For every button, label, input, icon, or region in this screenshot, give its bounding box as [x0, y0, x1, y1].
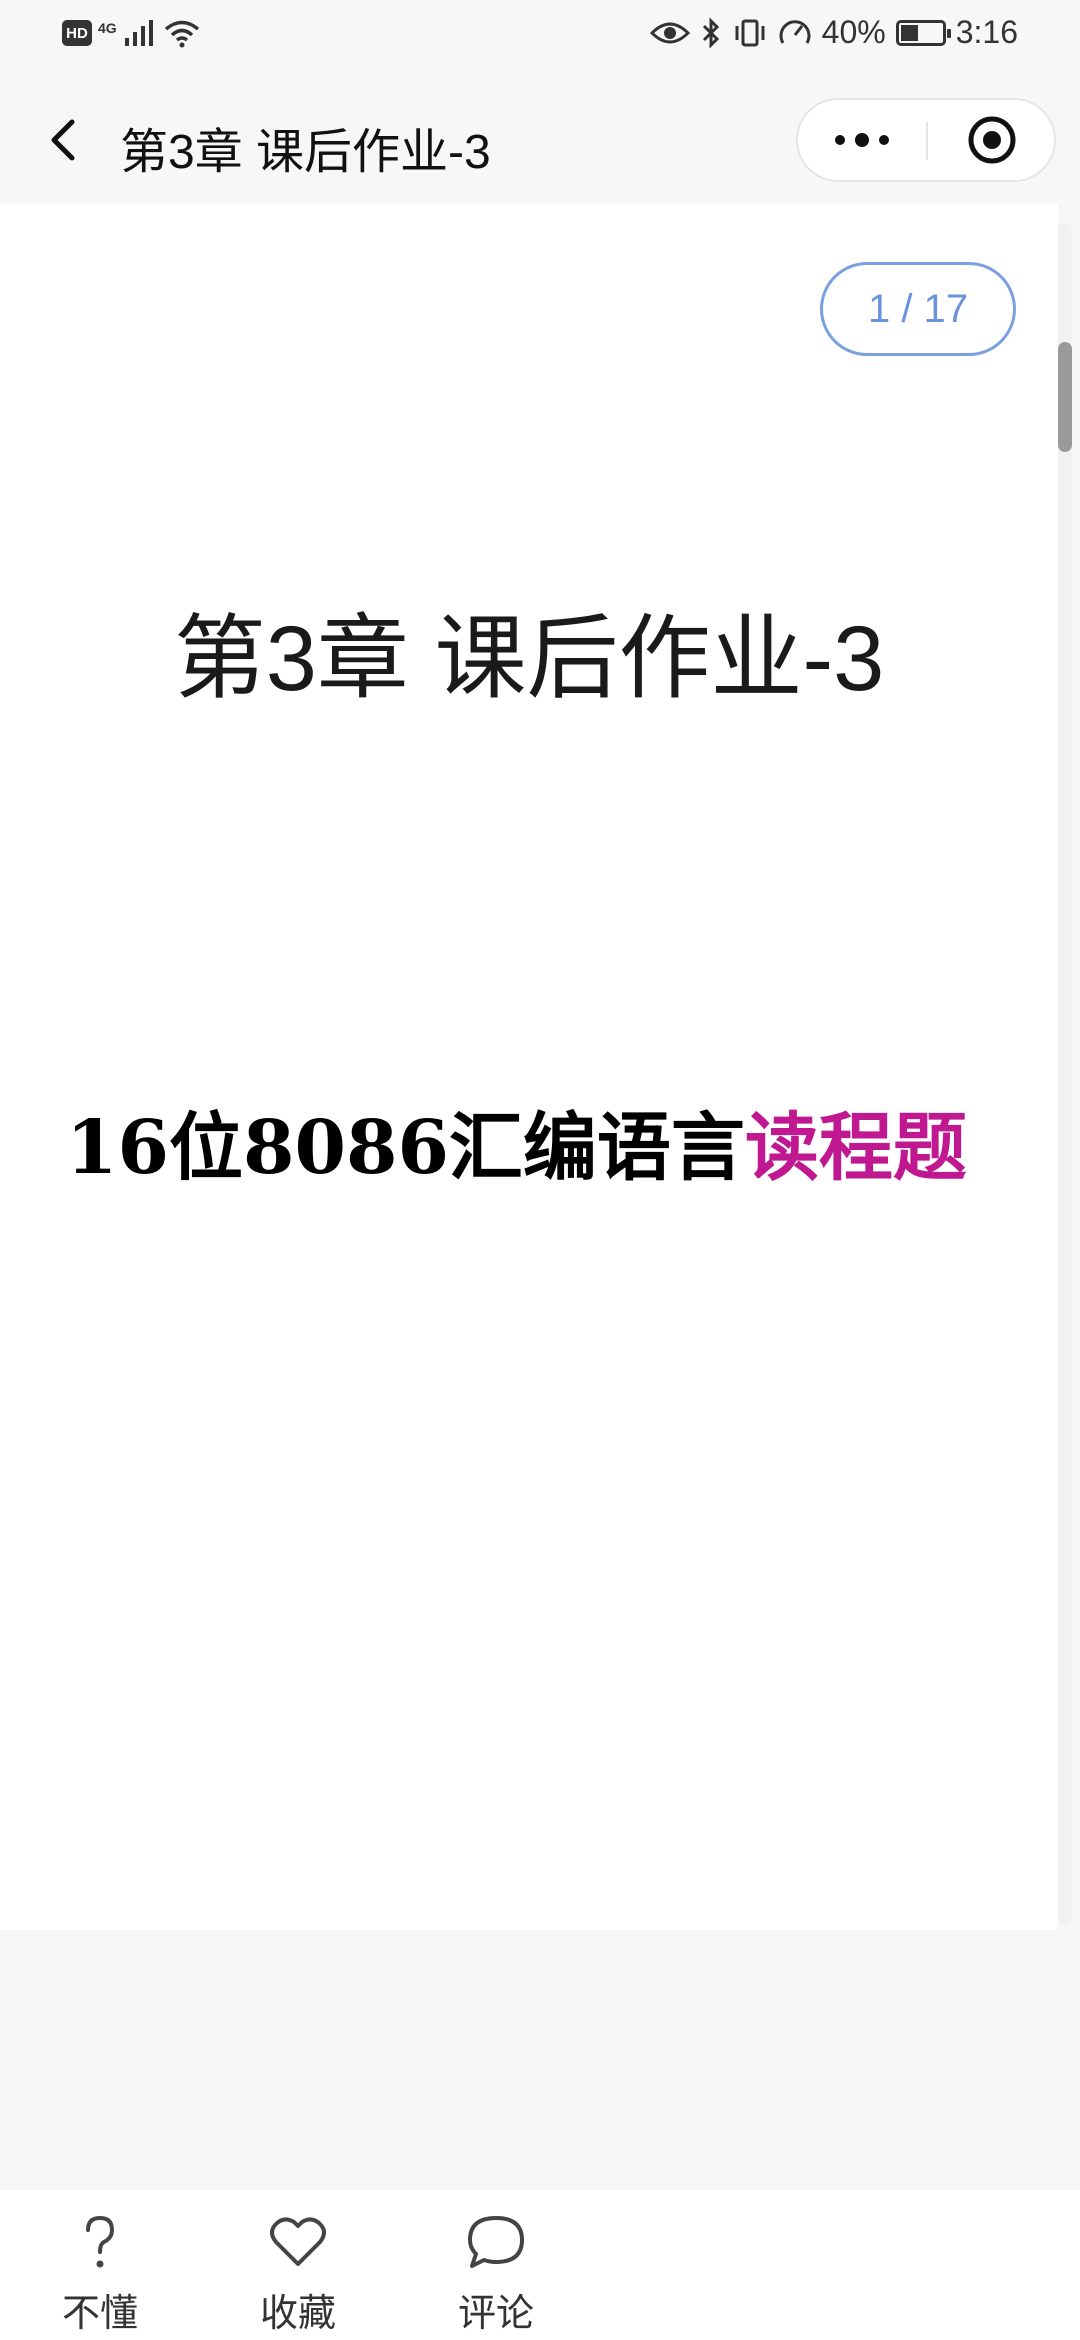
scrollbar-thumb[interactable]	[1058, 342, 1072, 452]
eye-icon	[649, 22, 690, 43]
network-label: 4G	[98, 20, 117, 36]
page-counter: 1 / 17	[820, 262, 1016, 356]
speed-icon	[779, 19, 811, 44]
back-button[interactable]	[36, 110, 96, 170]
subtitle-accent: 读程题	[744, 1105, 967, 1191]
slide-page[interactable]: 1 / 17 第3章 课后作业-3 16位8086汇编语言读程题	[0, 204, 1058, 1930]
more-dots-icon	[835, 133, 889, 147]
comment-label: 评论	[457, 2293, 534, 2335]
comment-icon	[468, 2216, 524, 2268]
slide-subtitle: 16位8086汇编语言读程题	[66, 1088, 967, 1195]
heart-icon	[270, 2217, 326, 2266]
dont-understand-button[interactable]: 不懂	[30, 2210, 170, 2340]
more-button[interactable]	[798, 100, 926, 180]
close-mini-program-button[interactable]	[928, 100, 1056, 180]
chevron-left-icon	[51, 119, 75, 161]
target-close-icon	[968, 116, 1016, 164]
battery-percent: 40%	[821, 14, 886, 50]
mini-program-capsule	[796, 98, 1056, 182]
nav-bar: 第3章 课后作业-3	[0, 76, 1080, 204]
vibrate-icon	[735, 19, 765, 46]
status-bar: HD 4G 40% 3:16	[0, 0, 1080, 76]
question-icon	[86, 2215, 115, 2268]
status-left: HD 4G	[62, 18, 201, 48]
bottom-toolbar: 不懂 收藏 评论	[0, 2190, 1080, 2340]
hd-badge: HD	[62, 20, 92, 46]
slide-title: 第3章 课后作业-3	[173, 608, 885, 710]
signal-icon	[124, 20, 153, 46]
favorite-label: 收藏	[259, 2293, 336, 2335]
status-right: 40% 3:16	[649, 14, 1018, 51]
dont-understand-label: 不懂	[61, 2293, 138, 2335]
comment-button[interactable]: 评论	[426, 2210, 566, 2340]
battery-icon	[895, 19, 951, 46]
nav-title: 第3章 课后作业-3	[120, 126, 491, 179]
clock: 3:16	[955, 14, 1018, 50]
favorite-button[interactable]: 收藏	[228, 2210, 368, 2340]
wifi-icon	[164, 20, 199, 48]
subtitle-main: 16位8086汇编语言	[66, 1105, 745, 1191]
scrollbar-track[interactable]	[1058, 224, 1072, 1924]
bluetooth-icon	[702, 16, 719, 49]
